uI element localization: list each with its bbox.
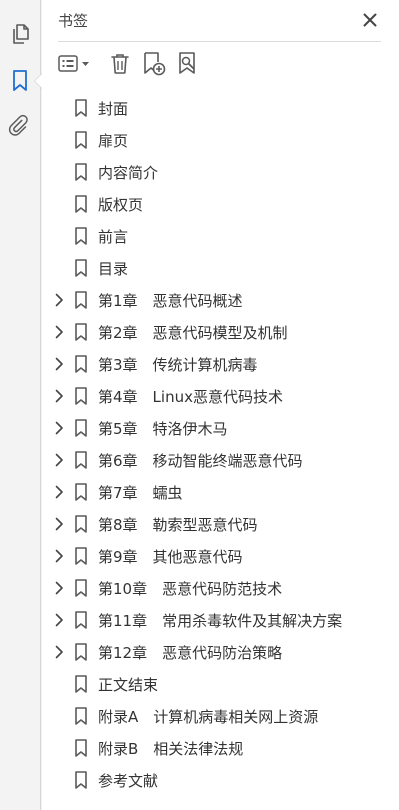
bookmark-icon bbox=[74, 451, 88, 469]
bookmark-label: 第11章 常用杀毒软件及其解决方案 bbox=[98, 612, 343, 630]
chevron-right-icon[interactable] bbox=[52, 581, 66, 595]
bookmark-item[interactable]: 第4章 Linux恶意代码技术 bbox=[42, 380, 399, 412]
bookmark-item[interactable]: 第5章 特洛伊木马 bbox=[42, 412, 399, 444]
bookmark-icon bbox=[74, 675, 88, 693]
bookmark-label: 版权页 bbox=[98, 196, 144, 214]
bookmark-label: 目录 bbox=[98, 260, 129, 278]
panel-header: 书签 bbox=[42, 0, 399, 42]
chevron-right-icon[interactable] bbox=[52, 485, 66, 499]
bookmark-icon bbox=[74, 99, 88, 117]
active-pointer bbox=[34, 73, 42, 89]
bookmark-item[interactable]: 第9章 其他恶意代码 bbox=[42, 540, 399, 572]
bookmark-icon bbox=[74, 387, 88, 405]
bookmark-icon bbox=[74, 643, 88, 661]
bookmark-label: 第12章 恶意代码防治策略 bbox=[98, 644, 283, 662]
chevron-right-icon[interactable] bbox=[52, 357, 66, 371]
bookmark-icon bbox=[74, 419, 88, 437]
bookmark-label: 正文结束 bbox=[98, 676, 159, 694]
bookmark-icon bbox=[74, 483, 88, 501]
bookmarks-panel: 书签 封面 扉页 内容简介 版权页 前言 目录 第1章 恶意代码概述 第2章 恶… bbox=[42, 0, 399, 810]
chevron-right-icon[interactable] bbox=[52, 389, 66, 403]
bookmark-icon bbox=[74, 163, 88, 181]
bookmark-item[interactable]: 内容简介 bbox=[42, 156, 399, 188]
bookmark-label: 第6章 移动智能终端恶意代码 bbox=[98, 452, 303, 470]
bookmark-label: 第3章 传统计算机病毒 bbox=[98, 356, 258, 374]
bookmark-item[interactable]: 第8章 勒索型恶意代码 bbox=[42, 508, 399, 540]
bookmark-item[interactable]: 第6章 移动智能终端恶意代码 bbox=[42, 444, 399, 476]
find-bookmark-icon[interactable] bbox=[175, 50, 203, 78]
bookmark-item[interactable]: 封面 bbox=[42, 92, 399, 124]
pages-icon[interactable] bbox=[6, 20, 34, 48]
bookmark-label: 内容简介 bbox=[98, 164, 159, 182]
bookmark-item[interactable]: 前言 bbox=[42, 220, 399, 252]
bookmark-item[interactable]: 第12章 恶意代码防治策略 bbox=[42, 636, 399, 668]
bookmark-item[interactable]: 附录B 相关法律法规 bbox=[42, 732, 399, 764]
bookmark-label: 第4章 Linux恶意代码技术 bbox=[98, 388, 283, 406]
bookmark-label: 第8章 勒索型恶意代码 bbox=[98, 516, 258, 534]
bookmark-label: 第7章 蠕虫 bbox=[98, 484, 183, 502]
navigation-sidebar bbox=[0, 0, 42, 810]
bookmark-label: 第1章 恶意代码概述 bbox=[98, 292, 243, 310]
chevron-right-icon[interactable] bbox=[52, 453, 66, 467]
bookmarks-window: 书签 封面 扉页 内容简介 版权页 前言 目录 第1章 恶意代码概述 第2章 恶… bbox=[0, 0, 399, 810]
bookmark-label: 封面 bbox=[98, 100, 129, 118]
bookmark-item[interactable]: 第1章 恶意代码概述 bbox=[42, 284, 399, 316]
bookmark-icon bbox=[74, 227, 88, 245]
panel-title: 书签 bbox=[58, 12, 89, 30]
bookmarks-toolbar bbox=[42, 42, 399, 86]
bookmark-label: 前言 bbox=[98, 228, 129, 246]
chevron-right-icon[interactable] bbox=[52, 613, 66, 627]
bookmark-item[interactable]: 第7章 蠕虫 bbox=[42, 476, 399, 508]
bookmark-icon bbox=[74, 291, 88, 309]
bookmark-icon bbox=[74, 771, 88, 789]
chevron-right-icon[interactable] bbox=[52, 645, 66, 659]
bookmark-icon[interactable] bbox=[6, 67, 34, 95]
bookmark-item[interactable]: 参考文献 bbox=[42, 764, 399, 796]
chevron-right-icon[interactable] bbox=[52, 517, 66, 531]
bookmark-icon bbox=[74, 131, 88, 149]
bookmark-label: 第9章 其他恶意代码 bbox=[98, 548, 243, 566]
bookmark-icon bbox=[74, 515, 88, 533]
bookmark-label: 第10章 恶意代码防范技术 bbox=[98, 580, 283, 598]
bookmark-icon bbox=[74, 547, 88, 565]
bookmark-item[interactable]: 正文结束 bbox=[42, 668, 399, 700]
bookmark-icon bbox=[74, 195, 88, 213]
chevron-right-icon[interactable] bbox=[52, 325, 66, 339]
bookmark-icon bbox=[74, 259, 88, 277]
bookmark-icon bbox=[74, 579, 88, 597]
bookmark-item[interactable]: 附录A 计算机病毒相关网上资源 bbox=[42, 700, 399, 732]
trash-icon[interactable] bbox=[106, 50, 134, 78]
bookmark-item[interactable]: 版权页 bbox=[42, 188, 399, 220]
bookmark-label: 参考文献 bbox=[98, 772, 159, 790]
chevron-right-icon[interactable] bbox=[52, 549, 66, 563]
bookmark-icon bbox=[74, 323, 88, 341]
bookmark-icon bbox=[74, 739, 88, 757]
bookmark-item[interactable]: 第11章 常用杀毒软件及其解决方案 bbox=[42, 604, 399, 636]
chevron-right-icon[interactable] bbox=[52, 421, 66, 435]
bookmark-item[interactable]: 第10章 恶意代码防范技术 bbox=[42, 572, 399, 604]
bookmark-label: 扉页 bbox=[98, 132, 129, 150]
bookmark-item[interactable]: 扉页 bbox=[42, 124, 399, 156]
bookmark-icon bbox=[74, 355, 88, 373]
bookmark-label: 第2章 恶意代码模型及机制 bbox=[98, 324, 288, 342]
bookmark-item[interactable]: 目录 bbox=[42, 252, 399, 284]
add-bookmark-icon[interactable] bbox=[140, 50, 168, 78]
bookmark-tree: 封面扉页内容简介版权页前言目录第1章 恶意代码概述第2章 恶意代码模型及机制 第3… bbox=[42, 92, 399, 796]
bookmark-label: 附录B 相关法律法规 bbox=[98, 740, 244, 758]
bookmark-icon bbox=[74, 707, 88, 725]
bookmark-label: 第5章 特洛伊木马 bbox=[98, 420, 228, 438]
bookmark-item[interactable]: 第2章 恶意代码模型及机制 bbox=[42, 316, 399, 348]
bookmark-item[interactable]: 第3章 传统计算机病毒 bbox=[42, 348, 399, 380]
chevron-right-icon[interactable] bbox=[52, 293, 66, 307]
bookmark-icon bbox=[74, 611, 88, 629]
close-icon[interactable] bbox=[359, 9, 381, 31]
attachment-icon[interactable] bbox=[6, 112, 34, 140]
bookmark-label: 附录A 计算机病毒相关网上资源 bbox=[98, 708, 319, 726]
options-list-icon[interactable] bbox=[56, 50, 94, 78]
